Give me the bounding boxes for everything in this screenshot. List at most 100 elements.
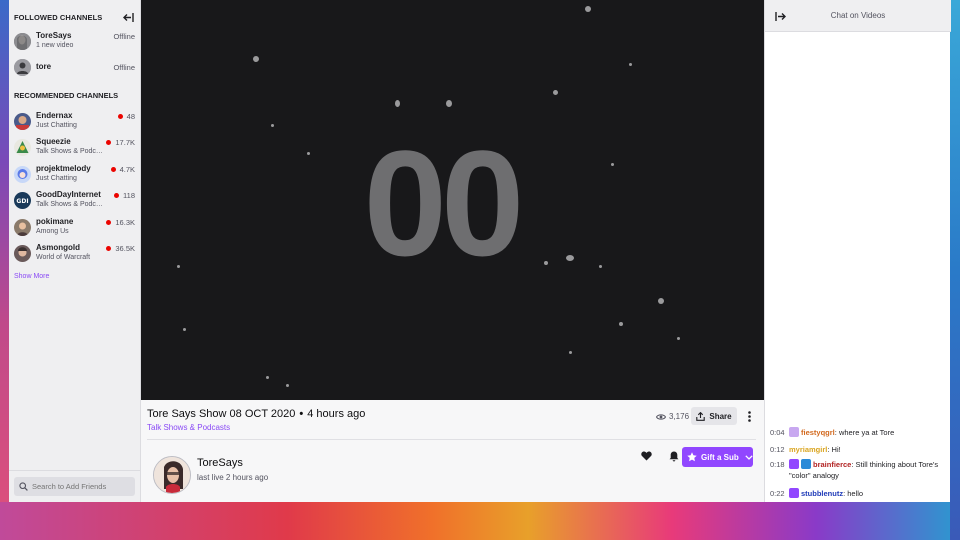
channel-category: World of Warcraft: [36, 254, 91, 261]
followed-channels-title: FOLLOWED CHANNELS: [14, 12, 103, 22]
video-title: Tore Says Show 08 OCT 2020: [147, 408, 296, 420]
browser-window: FOLLOWED CHANNELS ToreSays 1 new video O…: [9, 0, 951, 502]
live-indicator-icon: [110, 167, 116, 172]
chat-timestamp[interactable]: 0:18: [770, 459, 789, 481]
follow-heart-icon[interactable]: [637, 447, 655, 465]
more-options-icon[interactable]: [743, 407, 755, 425]
title-separator: •: [299, 408, 304, 420]
subscriber-badge-icon[interactable]: [789, 459, 799, 469]
followed-channel-toresays[interactable]: ToreSays 1 new video Offline: [14, 29, 135, 53]
channel-category: Talk Shows & Podcasts: [36, 148, 106, 155]
chat-text: Still thinking about Tore's "color" anal…: [789, 460, 939, 480]
channel-category: Talk Shows & Podcasts: [36, 201, 106, 208]
notification-bell-icon[interactable]: [665, 447, 683, 465]
last-live-text: last live 2 hours ago: [197, 473, 269, 482]
recommended-channel-pokimane[interactable]: pokimane Among Us 16.3K: [14, 215, 135, 239]
stream-info-panel: Tore Says Show 08 OCT 2020 • 4 hours ago T…: [141, 400, 764, 502]
gift-a-sub-label: Gift a Sub: [701, 452, 739, 462]
chat-username[interactable]: brainfierce: [813, 460, 851, 469]
default-avatar-icon: [14, 58, 31, 76]
chat-message: 0:18 brainfierce: Still thinking about T…: [770, 459, 939, 481]
viewer-count: 36.5K: [106, 244, 135, 253]
side-nav: FOLLOWED CHANNELS ToreSays 1 new video O…: [9, 0, 141, 502]
video-player[interactable]: 00: [141, 0, 764, 400]
followed-channel-tore[interactable]: tore Offline: [14, 55, 135, 79]
recommended-channel-projektmelody[interactable]: projektmelody Just Chatting 4.7K: [14, 162, 135, 186]
show-more-link[interactable]: Show More: [14, 273, 49, 280]
channel-category: Just Chatting: [36, 175, 77, 182]
recommended-channel-squeezie[interactable]: Squeezie Talk Shows & Podcasts 17.7K: [14, 135, 135, 159]
chat-text: Hi!: [831, 445, 841, 454]
desktop-background-left: [0, 0, 9, 540]
viewer-count: 16.3K: [106, 218, 135, 227]
viewer-count: 48: [117, 112, 135, 121]
video-age: 4 hours ago: [307, 408, 366, 420]
chat-text: where ya at Tore: [838, 428, 895, 437]
subscriber-badge-icon[interactable]: [789, 488, 799, 498]
desktop-background-bottom: [0, 502, 960, 540]
chat-panel: Chat on Videos 0:04 fiestyqgrl: where ya…: [764, 0, 951, 502]
friends-search-box[interactable]: [14, 477, 135, 496]
star-icon: [687, 452, 697, 462]
chat-message: 0:22 stubblenutz: hello: [770, 488, 864, 499]
search-friends-input[interactable]: [32, 482, 132, 491]
eye-icon: [656, 413, 666, 420]
channel-category: Among Us: [36, 228, 69, 235]
channel-name: Endernax: [36, 111, 73, 120]
friends-search-area: [9, 470, 140, 502]
avatar: [14, 138, 31, 156]
chat-message: 0:12 myriamgirl: Hi!: [770, 444, 841, 455]
viewer-count: 118: [114, 191, 135, 200]
channel-name: Squeezie: [36, 137, 71, 146]
live-indicator-icon: [106, 220, 112, 225]
collapse-sidebar-icon[interactable]: [122, 11, 134, 23]
search-icon: [19, 482, 28, 491]
channel-category: Just Chatting: [36, 122, 77, 129]
share-button[interactable]: Share: [691, 407, 737, 425]
viewer-count: 17.7K: [106, 138, 135, 147]
chat-timestamp[interactable]: 0:12: [770, 444, 789, 455]
recommended-channels-title: RECOMMENDED CHANNELS: [14, 91, 119, 100]
recommended-channel-endernax[interactable]: Endernax Just Chatting 48: [14, 109, 135, 133]
streamer-name[interactable]: ToreSays: [197, 457, 243, 469]
chat-username[interactable]: myriamgirl: [789, 445, 827, 454]
category-link[interactable]: Talk Shows & Podcasts: [147, 423, 230, 432]
recommended-channel-asmongold[interactable]: Asmongold World of Warcraft 36.5K: [14, 241, 135, 265]
prime-badge-icon[interactable]: [801, 459, 811, 469]
gift-badge-icon[interactable]: [789, 427, 799, 437]
avatar: [14, 244, 31, 262]
chat-title: Chat on Videos: [830, 11, 886, 20]
channel-name: tore: [36, 62, 52, 71]
chat-text: hello: [847, 489, 864, 498]
channel-name: pokimane: [36, 217, 74, 226]
chat-message: 0:04 fiestyqgrl: where ya at Tore: [770, 427, 895, 438]
avatar: [14, 112, 31, 130]
countdown-display: 00: [363, 119, 525, 287]
streamer-avatar[interactable]: [153, 456, 191, 494]
stream-title: Tore Says Show 08 OCT 2020 • 4 hours ago: [147, 408, 365, 420]
view-count-value: 3,176: [669, 412, 690, 421]
chat-username[interactable]: fiestyqgrl: [801, 428, 835, 437]
gift-a-sub-button[interactable]: Gift a Sub: [682, 447, 753, 467]
desktop-background-right: [950, 0, 960, 540]
followed-header: FOLLOWED CHANNELS: [14, 11, 134, 23]
channel-name: Asmongold: [36, 243, 80, 252]
channel-status: Offline: [113, 32, 135, 41]
chat-header: Chat on Videos: [765, 0, 951, 32]
channel-status: Offline: [113, 62, 135, 72]
chevron-down-icon[interactable]: [745, 454, 753, 460]
chat-timestamp[interactable]: 0:04: [770, 427, 789, 438]
viewer-count: 4.7K: [110, 165, 135, 174]
avatar: [14, 218, 31, 236]
divider: [147, 439, 756, 440]
recommended-channel-gooddayinternet[interactable]: GDI GoodDayInternet Talk Shows & Podcast…: [14, 188, 135, 212]
chat-timestamp[interactable]: 0:22: [770, 488, 789, 499]
chat-username[interactable]: stubblenutz: [801, 489, 843, 498]
avatar: GDI: [14, 191, 31, 209]
live-indicator-icon: [106, 140, 112, 145]
share-icon: [696, 411, 706, 421]
channel-name: ToreSays: [36, 31, 72, 40]
live-indicator-icon: [114, 193, 120, 198]
share-label: Share: [709, 411, 732, 421]
avatar: [14, 165, 31, 183]
